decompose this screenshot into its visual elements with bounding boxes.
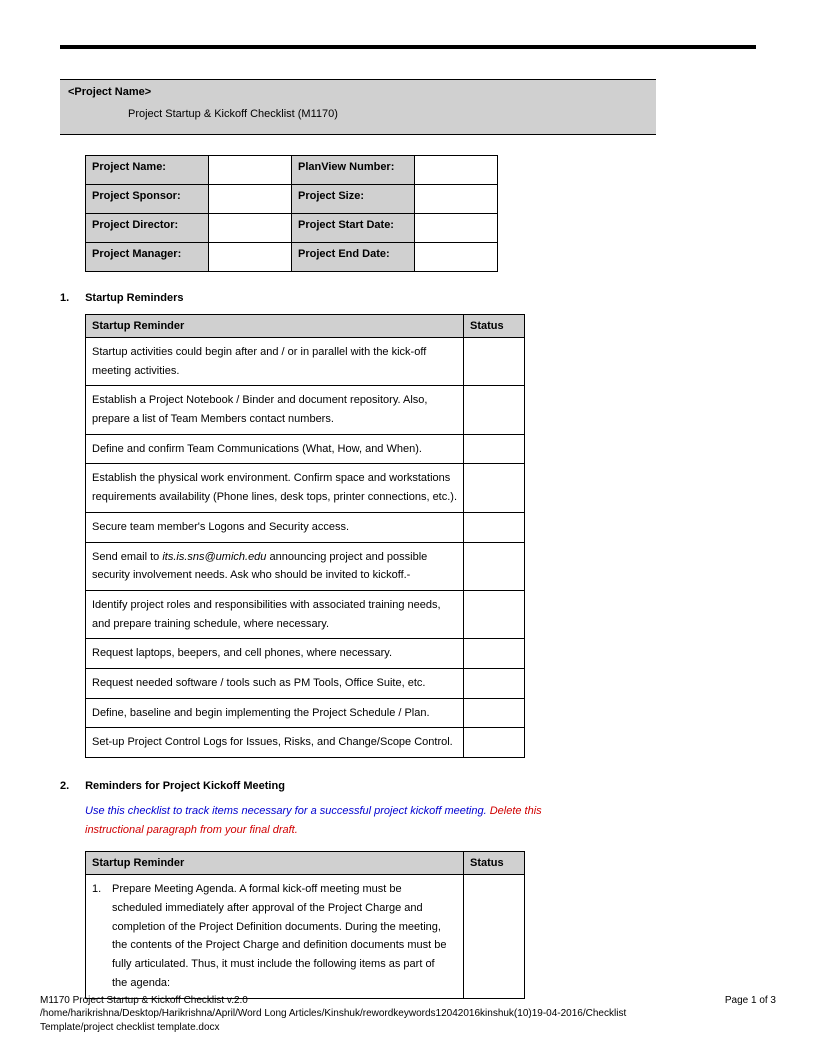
- document-header: <Project Name> Project Startup & Kickoff…: [60, 79, 656, 135]
- reminder-cell: Define and confirm Team Communications (…: [86, 434, 464, 464]
- reminder-cell: Define, baseline and begin implementing …: [86, 698, 464, 728]
- meta-label: Project Start Date:: [292, 214, 415, 243]
- email-pre: Send email to: [92, 551, 162, 563]
- col-header-reminder: Startup Reminder: [86, 852, 464, 875]
- status-cell: [464, 698, 525, 728]
- section-2-heading: 2. Reminders for Project Kickoff Meeting: [60, 780, 756, 792]
- status-cell: [464, 386, 525, 434]
- status-cell: [464, 464, 525, 512]
- instruct-keep: Use this checklist to track items necess…: [85, 805, 490, 817]
- footer-path: /home/harikrishna/Desktop/Harikrishna/Ap…: [40, 1007, 640, 1034]
- meta-label: Project Size:: [292, 185, 415, 214]
- footer-version: M1170 Project Startup & Kickoff Checklis…: [40, 994, 640, 1008]
- status-cell: [464, 542, 525, 590]
- status-cell: [464, 338, 525, 386]
- reminder-cell: Identify project roles and responsibilit…: [86, 590, 464, 638]
- reminder-cell: Send email to its.is.sns@umich.edu annou…: [86, 542, 464, 590]
- meta-label: Project Director:: [86, 214, 209, 243]
- section-number: 1.: [60, 292, 82, 304]
- reminder-cell: Startup activities could begin after and…: [86, 338, 464, 386]
- col-header-status: Status: [464, 315, 525, 338]
- meta-value: [209, 185, 292, 214]
- reminder-cell: Secure team member's Logons and Security…: [86, 512, 464, 542]
- meta-value: [415, 185, 498, 214]
- status-cell: [464, 875, 525, 998]
- status-cell: [464, 512, 525, 542]
- meta-value: [415, 156, 498, 185]
- project-name-placeholder: <Project Name>: [68, 86, 648, 98]
- row-text: Prepare Meeting Agenda. A formal kick-of…: [112, 880, 452, 992]
- meta-label: Project Name:: [86, 156, 209, 185]
- status-cell: [464, 434, 525, 464]
- meta-label: Project End Date:: [292, 243, 415, 272]
- meta-label: Project Manager:: [86, 243, 209, 272]
- reminder-cell: Set-up Project Control Logs for Issues, …: [86, 728, 464, 758]
- col-header-reminder: Startup Reminder: [86, 315, 464, 338]
- email-address: its.is.sns@umich.edu: [162, 551, 266, 563]
- reminder-cell: 1.Prepare Meeting Agenda. A formal kick-…: [86, 875, 464, 998]
- meta-value: [209, 156, 292, 185]
- project-meta-table: Project Name: PlanView Number: Project S…: [85, 155, 498, 272]
- meta-value: [209, 243, 292, 272]
- top-rule: [60, 45, 756, 49]
- status-cell: [464, 639, 525, 669]
- meta-value: [209, 214, 292, 243]
- reminder-cell: Establish a Project Notebook / Binder an…: [86, 386, 464, 434]
- status-cell: [464, 728, 525, 758]
- section-title: Startup Reminders: [85, 292, 183, 304]
- meta-label: Project Sponsor:: [86, 185, 209, 214]
- instructional-paragraph: Use this checklist to track items necess…: [85, 802, 545, 839]
- status-cell: [464, 668, 525, 698]
- kickoff-reminders-table: Startup Reminder Status 1.Prepare Meetin…: [85, 851, 525, 998]
- section-title: Reminders for Project Kickoff Meeting: [85, 780, 285, 792]
- reminder-cell: Establish the physical work environment.…: [86, 464, 464, 512]
- section-number: 2.: [60, 780, 82, 792]
- row-number: 1.: [92, 880, 112, 899]
- meta-label: PlanView Number:: [292, 156, 415, 185]
- reminder-cell: Request laptops, beepers, and cell phone…: [86, 639, 464, 669]
- reminder-cell: Request needed software / tools such as …: [86, 668, 464, 698]
- page-footer: M1170 Project Startup & Kickoff Checklis…: [40, 994, 776, 1035]
- status-cell: [464, 590, 525, 638]
- startup-reminders-table: Startup Reminder Status Startup activiti…: [85, 314, 525, 758]
- section-1-heading: 1. Startup Reminders: [60, 292, 756, 304]
- footer-page: Page 1 of 3: [725, 994, 776, 1008]
- document-subtitle: Project Startup & Kickoff Checklist (M11…: [128, 108, 648, 120]
- meta-value: [415, 243, 498, 272]
- col-header-status: Status: [464, 852, 525, 875]
- meta-value: [415, 214, 498, 243]
